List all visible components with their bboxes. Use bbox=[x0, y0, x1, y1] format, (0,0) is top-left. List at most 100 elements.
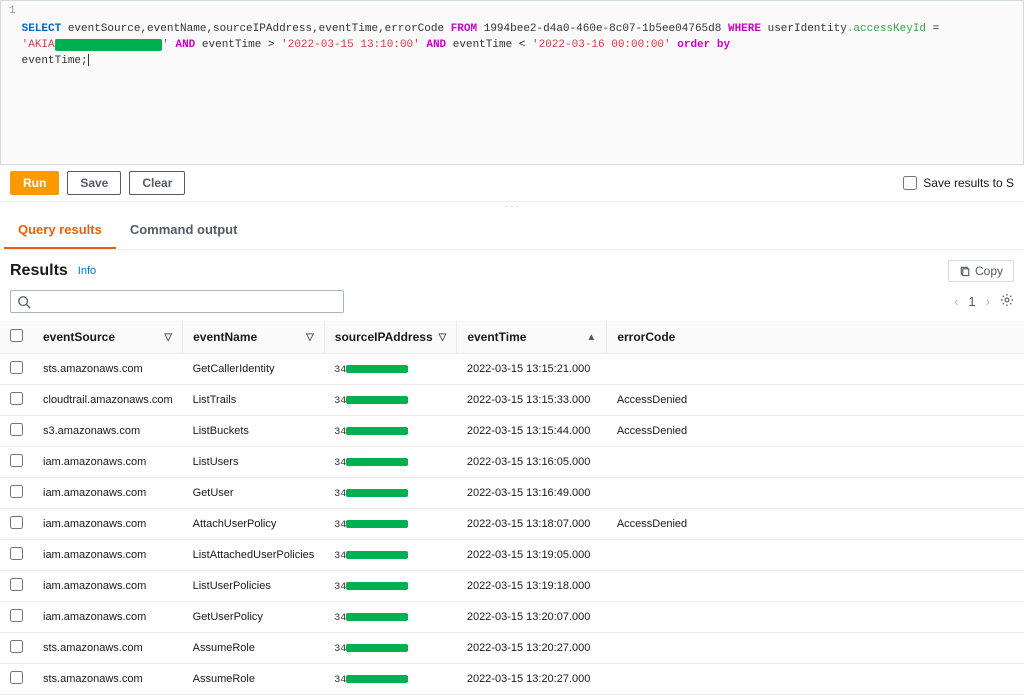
redacted-key: XXXXXXXXXXXXXXXX bbox=[55, 39, 163, 51]
table-row[interactable]: cloudtrail.amazonaws.comListTrails342022… bbox=[0, 385, 1024, 416]
table-settings[interactable] bbox=[1000, 293, 1014, 310]
cell-sourceIPAddress: 34 bbox=[324, 602, 457, 633]
results-table-wrap: eventSource▽ eventName▽ sourceIPAddress▽… bbox=[0, 321, 1024, 695]
redacted-ip bbox=[346, 458, 408, 466]
col-eventName[interactable]: eventName▽ bbox=[183, 321, 325, 354]
table-row[interactable]: iam.amazonaws.comListUsers342022-03-15 1… bbox=[0, 447, 1024, 478]
cell-eventSource: iam.amazonaws.com bbox=[33, 571, 183, 602]
save-query-button[interactable]: Save bbox=[67, 171, 121, 195]
col-eventTime[interactable]: eventTime▲ bbox=[457, 321, 607, 354]
cell-eventName: AssumeRole bbox=[183, 633, 325, 664]
row-checkbox[interactable] bbox=[10, 671, 23, 684]
cell-sourceIPAddress: 34 bbox=[324, 416, 457, 447]
filter-icon[interactable]: ▽ bbox=[306, 332, 314, 343]
cell-eventTime: 2022-03-15 13:15:44.000 bbox=[457, 416, 607, 447]
row-checkbox[interactable] bbox=[10, 578, 23, 591]
table-row[interactable]: iam.amazonaws.comListUserPolicies342022-… bbox=[0, 571, 1024, 602]
search-icon bbox=[17, 295, 31, 309]
cell-eventName: AssumeRole bbox=[183, 664, 325, 695]
editor-toolbar: Run Save Clear Save results to S bbox=[0, 165, 1024, 202]
cell-eventTime: 2022-03-15 13:16:49.000 bbox=[457, 478, 607, 509]
redacted-ip bbox=[346, 489, 408, 497]
access-key-field: .accessKeyId bbox=[847, 23, 926, 35]
cell-errorCode: AccessDenied bbox=[607, 416, 1024, 447]
keyword-and-2: AND bbox=[426, 39, 446, 51]
gear-icon bbox=[1000, 293, 1014, 307]
next-page[interactable]: › bbox=[986, 294, 990, 309]
row-checkbox[interactable] bbox=[10, 423, 23, 436]
redacted-ip bbox=[346, 613, 408, 621]
table-row[interactable]: iam.amazonaws.comListAttachedUserPolicie… bbox=[0, 540, 1024, 571]
cell-sourceIPAddress: 34 bbox=[324, 664, 457, 695]
table-row[interactable]: iam.amazonaws.comGetUser342022-03-15 13:… bbox=[0, 478, 1024, 509]
pane-resize-handle[interactable]: · · · bbox=[0, 202, 1024, 212]
redacted-ip bbox=[346, 675, 408, 683]
row-checkbox[interactable] bbox=[10, 392, 23, 405]
select-all-checkbox[interactable] bbox=[10, 329, 23, 342]
row-checkbox[interactable] bbox=[10, 640, 23, 653]
line-gutter: 1 bbox=[9, 5, 22, 160]
search-paginate-row: ‹ 1 › bbox=[0, 288, 1024, 321]
row-checkbox[interactable] bbox=[10, 454, 23, 467]
table-rest: bee2-d4a0-460e-8c07-1b5ee04765d8 bbox=[510, 23, 721, 35]
sql-editor[interactable]: 1 SELECT eventSource,eventName,sourceIPA… bbox=[0, 0, 1024, 165]
text-cursor bbox=[88, 54, 89, 66]
cell-sourceIPAddress: 34 bbox=[324, 385, 457, 416]
info-link[interactable]: Info bbox=[78, 265, 96, 277]
row-checkbox[interactable] bbox=[10, 485, 23, 498]
timestamp-lower: '2022-03-15 13:10:00' bbox=[281, 39, 420, 51]
results-search-input[interactable] bbox=[37, 294, 337, 309]
filter-icon[interactable]: ▽ bbox=[439, 332, 447, 343]
col-errorCode[interactable]: errorCode bbox=[607, 321, 1024, 354]
col-eventSource[interactable]: eventSource▽ bbox=[33, 321, 183, 354]
run-button[interactable]: Run bbox=[10, 171, 59, 195]
row-checkbox[interactable] bbox=[10, 609, 23, 622]
copy-button[interactable]: Copy bbox=[948, 260, 1014, 282]
results-search[interactable] bbox=[10, 290, 344, 313]
cell-eventName: ListUsers bbox=[183, 447, 325, 478]
table-row[interactable]: iam.amazonaws.comGetUserPolicy342022-03-… bbox=[0, 602, 1024, 633]
cell-sourceIPAddress: 34 bbox=[324, 571, 457, 602]
cell-eventName: ListBuckets bbox=[183, 416, 325, 447]
keyword-orderby: order by bbox=[677, 39, 730, 51]
cell-eventSource: iam.amazonaws.com bbox=[33, 540, 183, 571]
cell-eventTime: 2022-03-15 13:15:21.000 bbox=[457, 354, 607, 385]
keyword-from: FROM bbox=[451, 23, 477, 35]
table-row[interactable]: sts.amazonaws.comGetCallerIdentity342022… bbox=[0, 354, 1024, 385]
tab-command-output[interactable]: Command output bbox=[116, 212, 252, 249]
redacted-ip bbox=[346, 582, 408, 590]
cell-sourceIPAddress: 34 bbox=[324, 478, 457, 509]
akia-prefix: AKIA bbox=[28, 39, 54, 51]
row-checkbox[interactable] bbox=[10, 516, 23, 529]
select-columns: eventSource,eventName,sourceIPAddress,ev… bbox=[68, 23, 444, 35]
cell-errorCode bbox=[607, 602, 1024, 633]
save-results-input[interactable] bbox=[903, 176, 917, 190]
row-checkbox[interactable] bbox=[10, 547, 23, 560]
prev-page[interactable]: ‹ bbox=[954, 294, 958, 309]
save-results-checkbox[interactable]: Save results to S bbox=[903, 176, 1014, 190]
table-row[interactable]: iam.amazonaws.comAttachUserPolicy342022-… bbox=[0, 509, 1024, 540]
page-number: 1 bbox=[968, 294, 975, 309]
table-row[interactable]: sts.amazonaws.comAssumeRole342022-03-15 … bbox=[0, 633, 1024, 664]
tab-query-results[interactable]: Query results bbox=[4, 212, 116, 249]
table-row[interactable]: s3.amazonaws.comListBuckets342022-03-15 … bbox=[0, 416, 1024, 447]
cell-errorCode: AccessDenied bbox=[607, 385, 1024, 416]
cell-eventName: AttachUserPolicy bbox=[183, 509, 325, 540]
orderby-col: eventTime; bbox=[22, 55, 88, 67]
result-tabs: Query results Command output bbox=[0, 212, 1024, 250]
cell-errorCode bbox=[607, 354, 1024, 385]
redacted-ip bbox=[346, 551, 408, 559]
row-checkbox[interactable] bbox=[10, 361, 23, 374]
keyword-and-1: AND bbox=[175, 39, 195, 51]
table-row[interactable]: sts.amazonaws.comAssumeRole342022-03-15 … bbox=[0, 664, 1024, 695]
clear-button[interactable]: Clear bbox=[129, 171, 185, 195]
filter-icon[interactable]: ▽ bbox=[164, 332, 172, 343]
col-sourceIPAddress[interactable]: sourceIPAddress▽ bbox=[324, 321, 457, 354]
cell-errorCode bbox=[607, 447, 1024, 478]
cell-eventTime: 2022-03-15 13:16:05.000 bbox=[457, 447, 607, 478]
sort-asc-icon[interactable]: ▲ bbox=[586, 332, 596, 343]
cell-sourceIPAddress: 34 bbox=[324, 509, 457, 540]
cell-sourceIPAddress: 34 bbox=[324, 447, 457, 478]
table-prefix: 1994 bbox=[484, 23, 510, 35]
sql-code[interactable]: SELECT eventSource,eventName,sourceIPAdd… bbox=[22, 5, 1015, 160]
